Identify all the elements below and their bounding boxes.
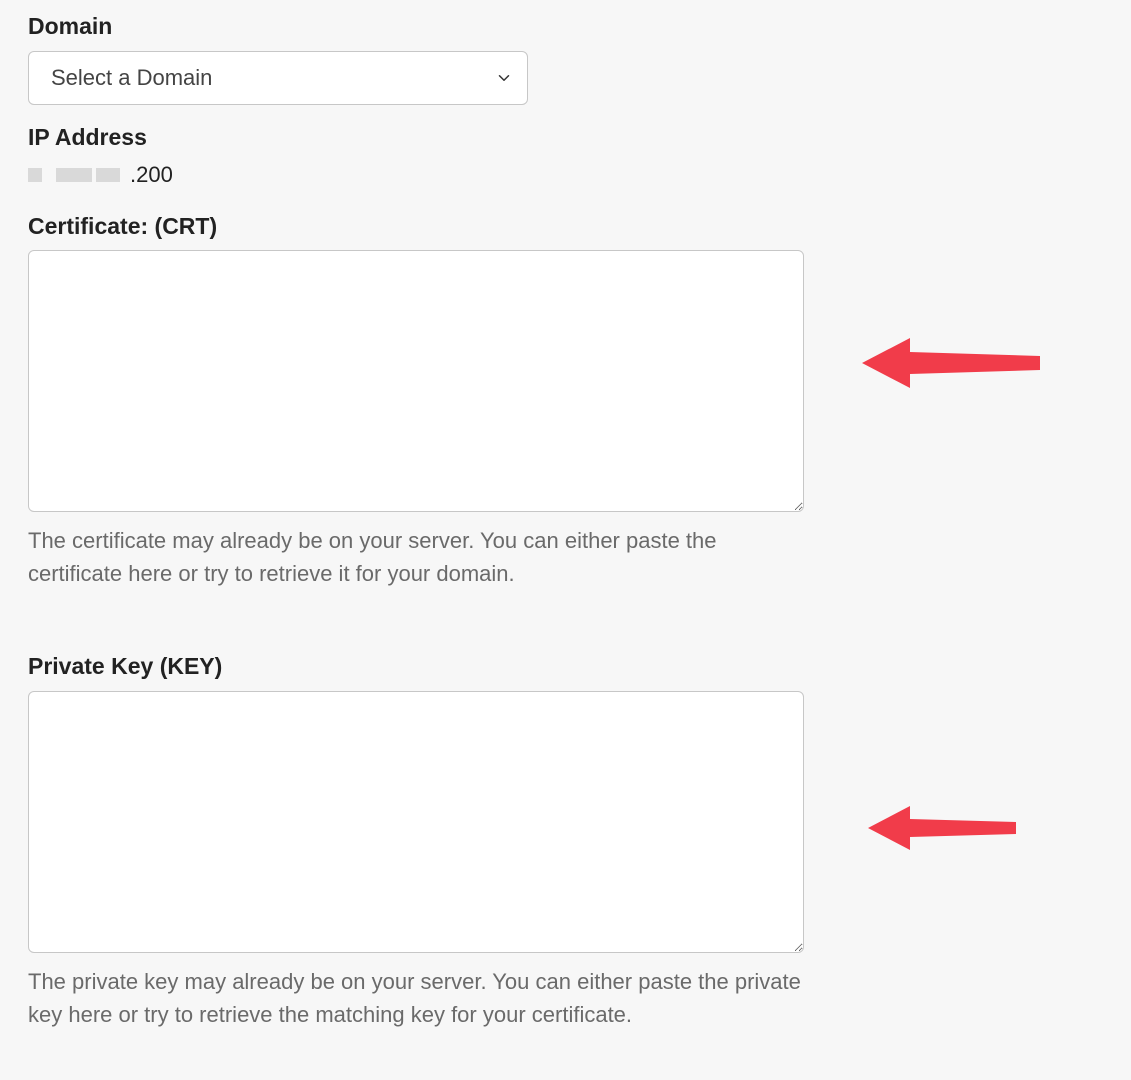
certificate-textarea[interactable] xyxy=(28,250,804,512)
private-key-help-text: The private key may already be on your s… xyxy=(28,965,804,1031)
domain-select[interactable]: Select a Domain xyxy=(28,51,528,105)
ip-address-field: IP Address .200 xyxy=(28,123,1103,188)
ip-address-label: IP Address xyxy=(28,123,1103,152)
ip-address-value: .200 xyxy=(28,162,1103,188)
private-key-field: Private Key (KEY) The private key may al… xyxy=(28,652,1103,1031)
certificate-help-text: The certificate may already be on your s… xyxy=(28,524,804,590)
redacted-segment xyxy=(96,168,120,182)
private-key-label: Private Key (KEY) xyxy=(28,652,1103,681)
certificate-label: Certificate: (CRT) xyxy=(28,212,1103,241)
spacer xyxy=(28,614,1103,652)
redacted-segment xyxy=(56,168,92,182)
domain-field: Domain Select a Domain xyxy=(28,12,1103,105)
ssl-form-page: Domain Select a Domain IP Address .200 C… xyxy=(0,0,1131,1080)
ip-visible-suffix: .200 xyxy=(130,162,173,188)
private-key-textarea[interactable] xyxy=(28,691,804,953)
chevron-down-icon xyxy=(495,69,513,87)
redacted-segment xyxy=(28,168,42,182)
certificate-field: Certificate: (CRT) The certificate may a… xyxy=(28,212,1103,591)
domain-select-placeholder: Select a Domain xyxy=(51,65,212,91)
domain-label: Domain xyxy=(28,12,1103,41)
